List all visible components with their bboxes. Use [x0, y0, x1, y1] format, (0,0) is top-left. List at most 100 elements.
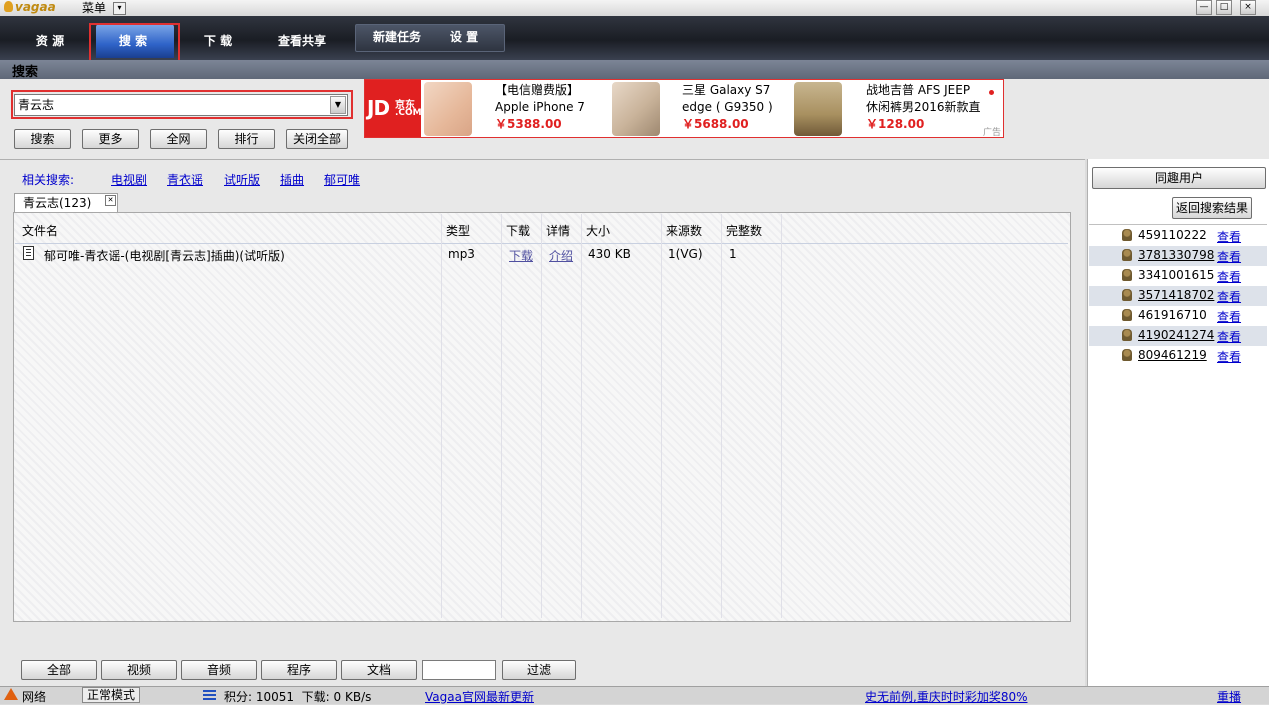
user-icon: [1122, 229, 1132, 241]
tab-resources[interactable]: 资 源: [22, 30, 78, 54]
update-link[interactable]: Vagaa官网最新更新: [425, 688, 534, 705]
similar-users-header[interactable]: 同趣用户: [1092, 167, 1266, 189]
ad-item-1-line2: Apple iPhone 7: [495, 100, 585, 114]
column-divider: [501, 214, 502, 618]
ad-item-2[interactable]: 三星 Galaxy S7 edge ( G9350 ) ￥5688.00: [682, 82, 773, 133]
user-icon: [1122, 329, 1132, 341]
peer-view-link[interactable]: 查看: [1217, 328, 1241, 345]
filter-document-button[interactable]: 文档: [341, 660, 417, 680]
column-header-size[interactable]: 大小: [586, 222, 610, 239]
minimize-button[interactable]: —: [1196, 0, 1212, 15]
row-filename[interactable]: 郁可唯-青衣谣-(电视剧[青云志]插曲)(试听版): [44, 247, 285, 264]
settings-button[interactable]: 设 置: [438, 26, 490, 50]
user-icon: [1122, 269, 1132, 281]
user-icon: [1122, 349, 1132, 361]
related-link-tv-drama[interactable]: 电视剧: [111, 171, 147, 188]
replay-link[interactable]: 重播: [1217, 688, 1241, 705]
close-icon[interactable]: ✕: [105, 195, 116, 206]
more-button[interactable]: 更多: [82, 129, 139, 149]
peer-id[interactable]: 461916710: [1138, 308, 1207, 322]
jd-logo: JD 京东 .COM: [365, 80, 422, 137]
peer-id[interactable]: 4190241274: [1138, 328, 1214, 342]
filter-program-button[interactable]: 程序: [261, 660, 337, 680]
filter-button[interactable]: 过滤: [502, 660, 576, 680]
phone-product-image[interactable]: [424, 82, 472, 136]
user-icon: [1122, 289, 1132, 301]
close-button[interactable]: ×: [1240, 0, 1256, 15]
related-link-preview[interactable]: 试听版: [224, 171, 260, 188]
column-divider: [661, 214, 662, 618]
peer-view-link[interactable]: 查看: [1217, 228, 1241, 245]
row-complete: 1: [729, 247, 737, 261]
pants-product-image[interactable]: [794, 82, 842, 136]
peer-view-link[interactable]: 查看: [1217, 308, 1241, 325]
ad-item-3[interactable]: 战地吉普 AFS JEEP 休闲裤男2016新款直 ￥128.00: [866, 82, 981, 133]
related-link-singer[interactable]: 郁可唯: [324, 171, 360, 188]
search-button[interactable]: 搜索: [14, 129, 71, 149]
tab-search-result[interactable]: 青云志(123): [14, 193, 118, 212]
column-divider: [721, 214, 722, 618]
peer-id[interactable]: 3341001615: [1138, 268, 1214, 282]
results-table: [13, 212, 1071, 622]
peer-id[interactable]: 3781330798: [1138, 248, 1214, 262]
peer-view-link[interactable]: 查看: [1217, 348, 1241, 365]
column-header-type[interactable]: 类型: [446, 222, 470, 239]
peer-id[interactable]: 459110222: [1138, 228, 1207, 242]
filter-input[interactable]: [422, 660, 496, 680]
title-bar: [0, 0, 1269, 16]
ranking-button[interactable]: 排行: [218, 129, 275, 149]
network-status[interactable]: 网络: [22, 688, 46, 705]
filter-all-button[interactable]: 全部: [21, 660, 97, 680]
row-sources: 1(VG): [668, 247, 703, 261]
column-divider: [781, 214, 782, 618]
ad-item-1[interactable]: 【电信赠费版】 Apple iPhone 7 ￥5388.00: [495, 82, 585, 133]
main-menu[interactable]: 菜单: [82, 0, 106, 16]
peer-view-link[interactable]: 查看: [1217, 288, 1241, 305]
filter-video-button[interactable]: 视频: [101, 660, 177, 680]
stats-text: 积分: 10051 下载: 0 KB/s: [224, 690, 372, 704]
column-header-filename[interactable]: 文件名: [22, 222, 58, 239]
close-all-button[interactable]: 关闭全部: [286, 129, 348, 149]
section-header: [0, 60, 1269, 79]
jd-logo-mark: JD: [367, 96, 390, 120]
page-title: 搜索: [12, 65, 39, 80]
ad-item-1-line1: 【电信赠费版】: [495, 83, 580, 97]
row-download-link[interactable]: 下载: [509, 247, 533, 264]
phone-product-image[interactable]: [612, 82, 660, 136]
peer-view-link[interactable]: 查看: [1217, 268, 1241, 285]
ad-item-2-price: ￥5688.00: [682, 117, 749, 131]
filter-audio-button[interactable]: 音频: [181, 660, 257, 680]
user-icon: [1122, 309, 1132, 321]
stats-icon: [203, 690, 216, 700]
peer-id[interactable]: 3571418702: [1138, 288, 1214, 302]
new-task-button[interactable]: 新建任务: [362, 26, 432, 50]
ad-item-2-line1: 三星 Galaxy S7: [682, 83, 771, 97]
vagaa-bulb-icon: [4, 1, 13, 12]
menu-dropdown-icon[interactable]: ▾: [113, 2, 126, 15]
tab-download[interactable]: 下 载: [190, 30, 246, 54]
peer-list-divider: [1089, 224, 1267, 225]
related-link-insert-song[interactable]: 插曲: [280, 171, 304, 188]
peer-id[interactable]: 809461219: [1138, 348, 1207, 362]
column-header-download[interactable]: 下载: [506, 222, 530, 239]
status-bar: [0, 686, 1269, 704]
column-header-sources[interactable]: 来源数: [666, 222, 702, 239]
all-network-button[interactable]: 全网: [150, 129, 207, 149]
peer-view-link[interactable]: 查看: [1217, 248, 1241, 265]
column-header-complete[interactable]: 完整数: [726, 222, 762, 239]
column-header-detail[interactable]: 详情: [546, 222, 570, 239]
back-to-results-button[interactable]: 返回搜索结果: [1172, 197, 1252, 219]
row-detail-link[interactable]: 介绍: [549, 247, 573, 264]
ad-item-3-price: ￥128.00: [866, 117, 925, 131]
mode-status[interactable]: 正常模式: [82, 687, 140, 703]
promo-link[interactable]: 史无前例,重庆时时彩加奖80%: [865, 688, 1028, 705]
maximize-button[interactable]: □: [1216, 0, 1232, 15]
tab-view-shared[interactable]: 查看共享: [266, 30, 338, 54]
ad-item-3-line1: 战地吉普 AFS JEEP: [866, 83, 971, 97]
row-type: mp3: [448, 247, 475, 261]
app-logo: vagaa: [4, 0, 56, 16]
carousel-dot-icon: [989, 90, 994, 95]
related-link-qingyiyao[interactable]: 青衣谣: [167, 171, 203, 188]
ad-item-2-line2: edge ( G9350 ): [682, 100, 773, 114]
column-divider: [441, 214, 442, 618]
